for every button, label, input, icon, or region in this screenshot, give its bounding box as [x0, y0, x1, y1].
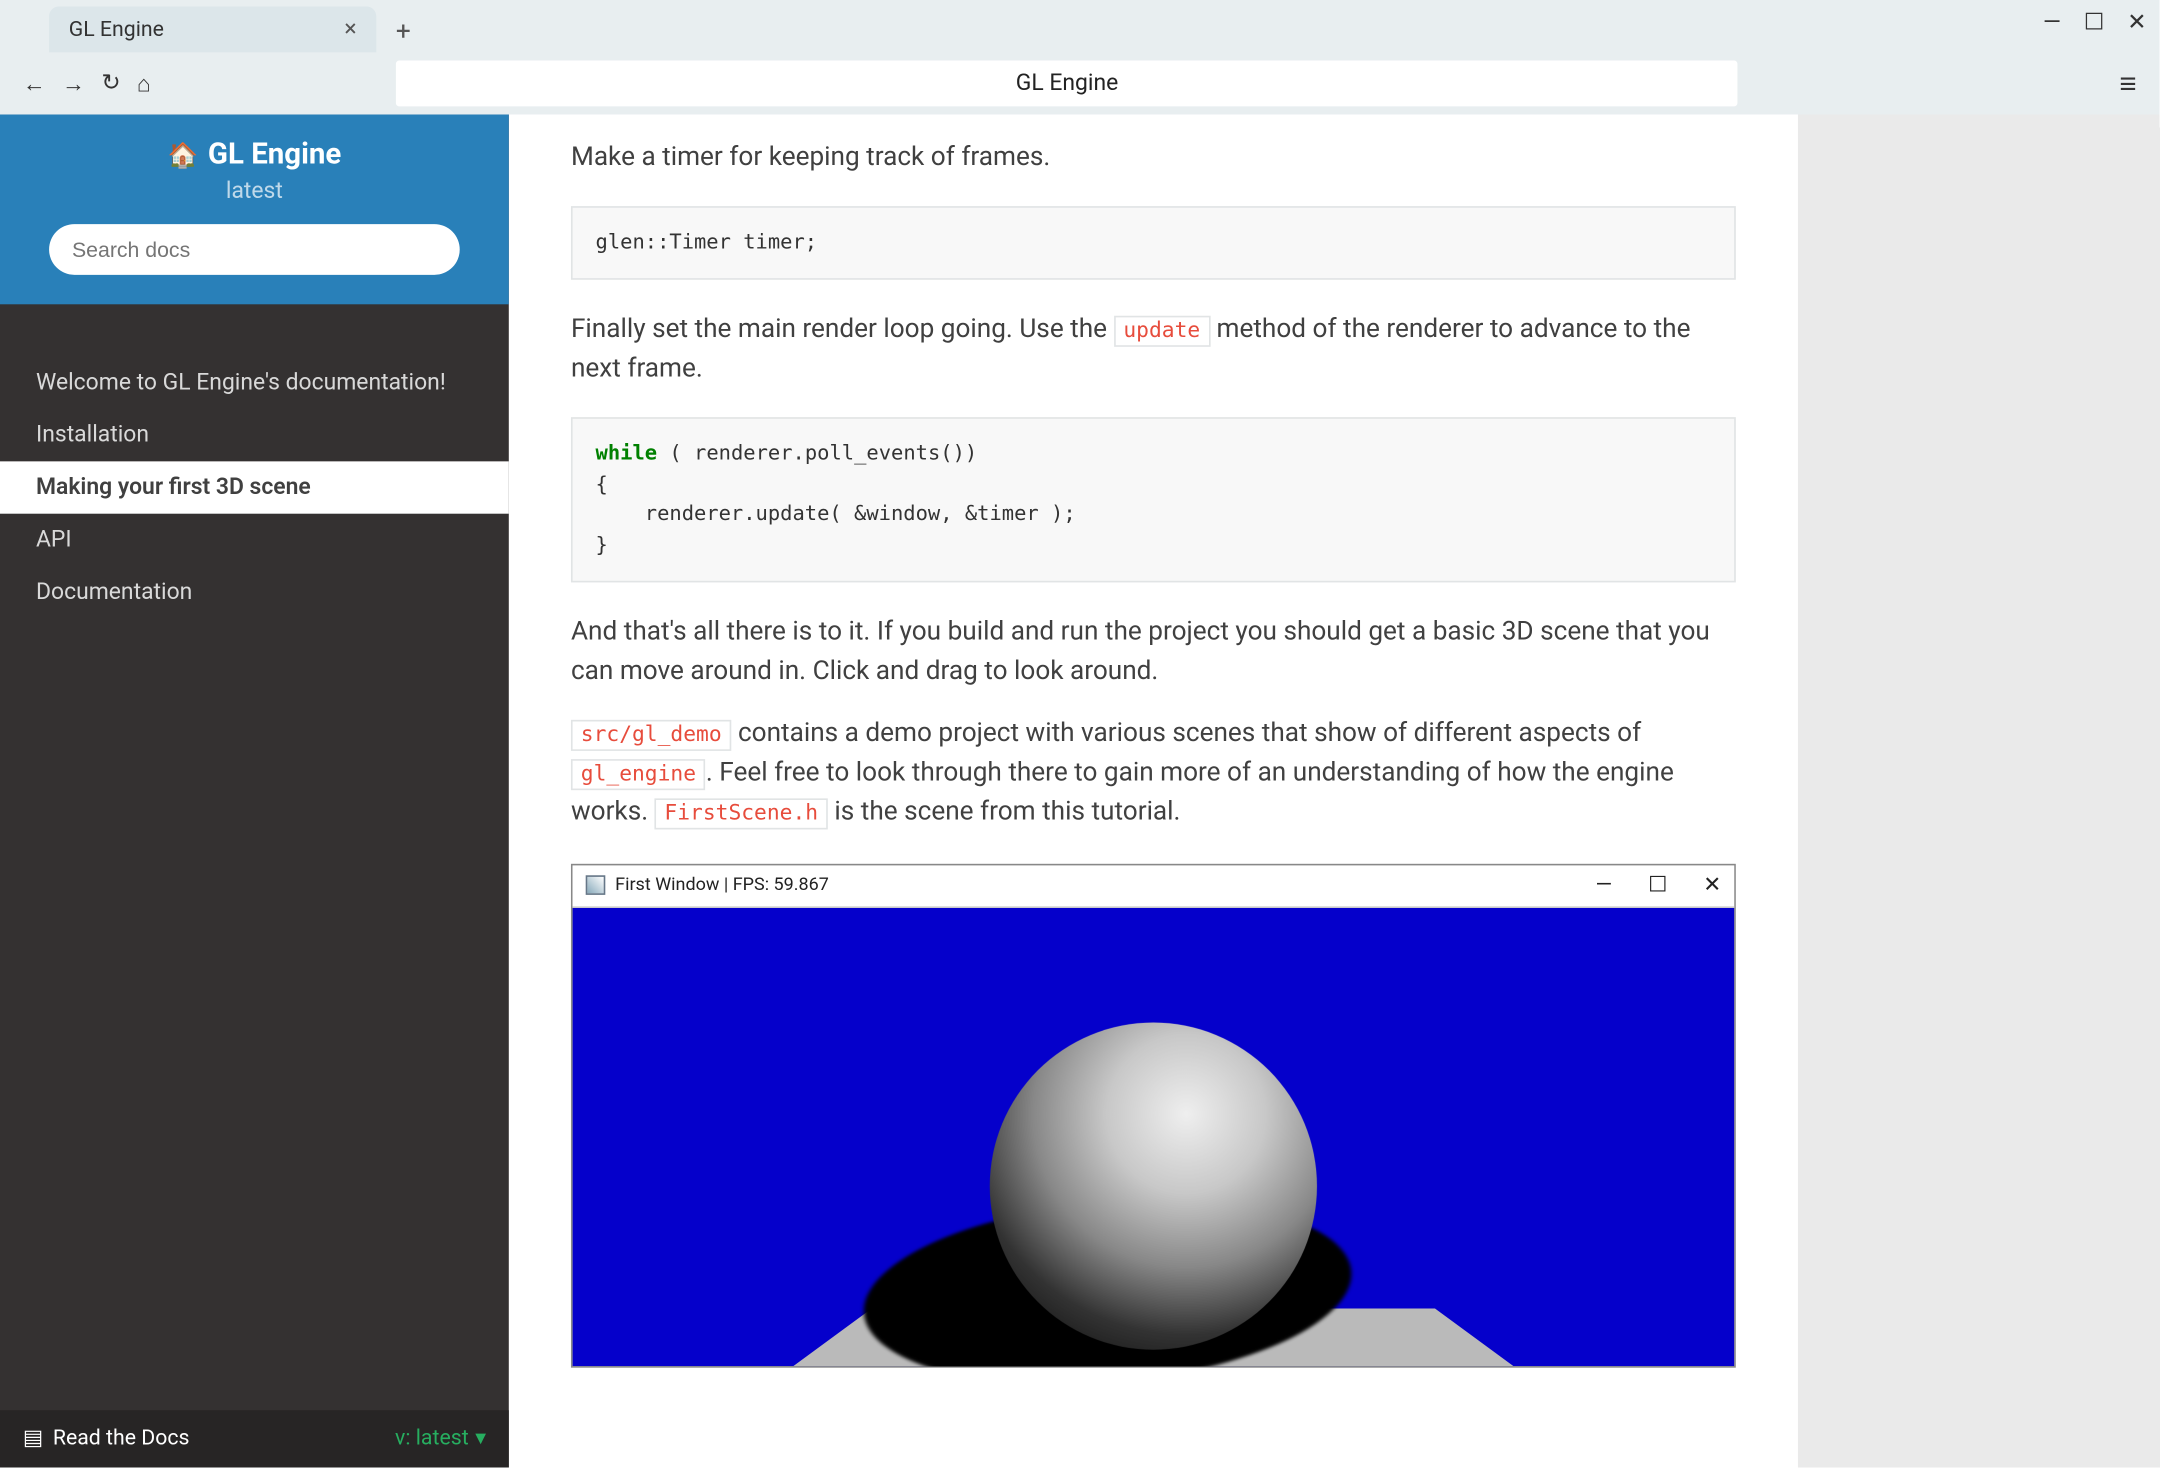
- appwin-titlebar: First Window | FPS: 59.867 — ☐ ✕: [573, 865, 1735, 908]
- paragraph: Finally set the main render loop going. …: [571, 309, 1736, 388]
- minimize-icon: —: [1596, 870, 1613, 902]
- new-tab-button[interactable]: +: [383, 8, 424, 52]
- sidebar-version: latest: [26, 178, 482, 204]
- close-tab-icon[interactable]: ×: [344, 16, 356, 42]
- code-text: glen::Timer timer;: [596, 229, 818, 254]
- code-block: glen::Timer timer;: [571, 206, 1736, 279]
- chevron-down-icon: ▾: [475, 1427, 486, 1452]
- paragraph: src/gl_demo contains a demo project with…: [571, 713, 1736, 831]
- tab-title: GL Engine: [69, 17, 164, 42]
- nav-buttons: ← → ↻ ⌂: [23, 70, 151, 98]
- sidebar-footer[interactable]: ▤ Read the Docs v: latest ▾: [0, 1410, 509, 1467]
- sidebar-item-installation[interactable]: Installation: [0, 409, 509, 461]
- home-icon: 🏠: [167, 140, 198, 169]
- sphere: [990, 1022, 1317, 1349]
- browser-chrome: GL Engine × + — ☐ ✕ ← → ↻ ⌂ GL Engine ≡: [0, 0, 2160, 115]
- code-block: while ( renderer.poll_events()) { render…: [571, 417, 1736, 582]
- tab-bar: GL Engine × +: [0, 0, 2160, 52]
- content-gutter: [1798, 115, 2160, 1468]
- book-icon: ▤: [23, 1427, 43, 1452]
- browser-toolbar: ← → ↻ ⌂ GL Engine ≡: [0, 52, 2160, 114]
- sidebar-item-welcome[interactable]: Welcome to GL Engine's documentation!: [0, 357, 509, 409]
- app-icon: [586, 876, 606, 896]
- render-canvas: [573, 908, 1735, 1366]
- sidebar-item-first-scene[interactable]: Making your first 3D scene: [0, 461, 509, 513]
- window-controls: — ☐ ✕: [2043, 10, 2146, 36]
- hamburger-menu-icon[interactable]: ≡: [2119, 66, 2136, 100]
- sidebar-title-text: GL Engine: [208, 137, 341, 171]
- inline-code: gl_engine: [571, 759, 706, 790]
- sidebar-nav: Welcome to GL Engine's documentation! In…: [0, 357, 509, 619]
- maximize-icon: ☐: [1648, 870, 1667, 902]
- appwin-title-text: First Window | FPS: 59.867: [615, 872, 829, 899]
- paragraph: Make a timer for keeping track of frames…: [571, 137, 1736, 176]
- close-window-icon[interactable]: ✕: [2127, 10, 2146, 36]
- doc-content: Make a timer for keeping track of frames…: [509, 115, 1798, 1468]
- maximize-icon[interactable]: ☐: [2084, 10, 2105, 36]
- forward-icon[interactable]: →: [62, 70, 85, 98]
- paragraph: And that's all there is to it. If you bu…: [571, 611, 1736, 690]
- sidebar-title[interactable]: 🏠 GL Engine: [167, 137, 341, 171]
- version-selector[interactable]: v: latest ▾: [395, 1427, 486, 1452]
- sidebar-item-documentation[interactable]: Documentation: [0, 566, 509, 618]
- code-keyword: while: [596, 440, 658, 465]
- browser-tab[interactable]: GL Engine ×: [49, 7, 376, 53]
- back-icon[interactable]: ←: [23, 70, 46, 98]
- read-the-docs-link[interactable]: ▤ Read the Docs: [23, 1427, 190, 1452]
- sidebar: 🏠 GL Engine latest Welcome to GL Engine'…: [0, 115, 509, 1468]
- sidebar-search: [49, 224, 460, 275]
- inline-code: FirstScene.h: [655, 798, 828, 829]
- inline-code: src/gl_demo: [571, 719, 731, 750]
- sidebar-item-api[interactable]: API: [0, 514, 509, 566]
- address-text: GL Engine: [1016, 70, 1119, 96]
- embedded-app-window: First Window | FPS: 59.867 — ☐ ✕: [571, 863, 1736, 1367]
- close-icon: ✕: [1703, 870, 1721, 902]
- search-input[interactable]: [49, 224, 460, 275]
- home-icon[interactable]: ⌂: [137, 70, 151, 98]
- sidebar-header: 🏠 GL Engine latest: [0, 115, 509, 305]
- inline-code: update: [1114, 315, 1210, 346]
- content-outer: Make a timer for keeping track of frames…: [509, 115, 2160, 1468]
- appwin-controls: — ☐ ✕: [1596, 870, 1722, 902]
- address-bar[interactable]: GL Engine: [396, 61, 1738, 107]
- code-text: ( renderer.poll_events()) { renderer.upd…: [596, 440, 1076, 557]
- main-area: 🏠 GL Engine latest Welcome to GL Engine'…: [0, 115, 2160, 1468]
- version-label: v: latest: [395, 1427, 469, 1452]
- reload-icon[interactable]: ↻: [101, 70, 120, 98]
- rtd-label: Read the Docs: [53, 1427, 190, 1452]
- minimize-icon[interactable]: —: [2043, 10, 2061, 36]
